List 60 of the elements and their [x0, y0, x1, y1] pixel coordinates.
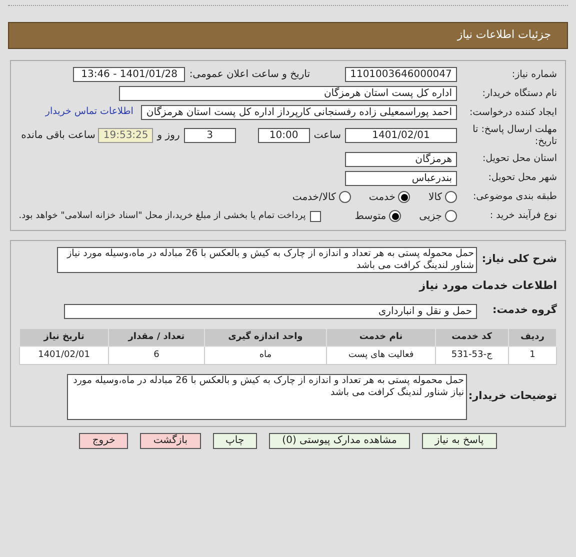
checkbox[interactable]: [310, 210, 321, 222]
text-field[interactable]: احمد پوراسمعیلی زاده رفسنجانی کارپرداز اداره کل پست استان هرمزگان: [141, 105, 457, 120]
field-label: نام دستگاه خریدار:: [481, 88, 557, 100]
checkbox-label: پرداخت تمام یا بخشی از مبلغ خرید،از محل "اسناد خزانه اسلامی" خواهد بود.: [18, 210, 306, 222]
column-header: نام خدمت: [326, 328, 436, 346]
action-button[interactable]: مشاهده مدارک پیوستی (0): [269, 433, 410, 449]
table-cell: 1: [508, 346, 556, 364]
text-field[interactable]: اداره کل پست استان هرمزگان: [119, 86, 457, 101]
field-label: طبقه بندی موضوعی:: [472, 191, 557, 204]
column-header: کد خدمت: [435, 328, 508, 346]
action-button[interactable]: خروج: [79, 433, 128, 449]
column-header: واحد اندازه گیری: [204, 328, 327, 346]
table-cell: فعالیت های پست: [326, 346, 436, 364]
text-field[interactable]: هرمزگان: [345, 152, 457, 167]
notes-field[interactable]: حمل محموله پستی به هر تعداد و اندازه از چارک به کیش و بالعکس با 26 مبادله در ماه،وسیله مورد نیاز شناور لندینگ کرافت می باشد: [67, 374, 467, 420]
radio-label: کالا: [428, 190, 442, 205]
field-label: توضیحات خریدار:: [467, 389, 557, 404]
radio-label: کالا/خدمت: [292, 190, 336, 205]
text-field[interactable]: بندرعباس: [345, 170, 457, 186]
field-label: شهر محل تحویل:: [487, 172, 557, 184]
text-field[interactable]: 10:00: [258, 128, 310, 144]
description-field[interactable]: حمل محموله پستی به هر تعداد و اندازه از چارک به کیش و بالعکس با 26 مبادله در ماه،وسیله مورد نیاز شناور لندینگ کرافت می باشد: [57, 246, 477, 273]
field-label: شماره نیاز:: [510, 68, 557, 80]
text-field[interactable]: 1401/01/28 - 13:46: [73, 67, 186, 82]
column-header: تاریخ نیاز: [20, 328, 109, 346]
action-button[interactable]: چاپ: [212, 433, 258, 449]
text-field[interactable]: 1101003646000047: [345, 67, 457, 82]
remaining-time: 19:53:25: [98, 128, 154, 144]
field-label: استان محل تحویل:: [481, 153, 557, 166]
radio-button[interactable]: [445, 210, 457, 222]
field-label: ساعت: [314, 129, 341, 144]
text-field[interactable]: 3: [184, 128, 236, 144]
radio-button[interactable]: [389, 210, 402, 222]
field-label: شرح کلی نیاز:: [480, 252, 557, 267]
column-header: ردیف: [508, 328, 556, 346]
radio-button[interactable]: [445, 191, 457, 204]
table-cell: 6: [108, 346, 204, 364]
radio-label: جزیی: [419, 210, 442, 224]
text-field[interactable]: 1401/02/01: [345, 128, 457, 144]
field-label: گروه خدمت:: [492, 303, 557, 318]
radio-button[interactable]: [398, 191, 410, 204]
buyer-contact-link[interactable]: اطلاعات تماس خریدار: [45, 105, 134, 120]
table-cell: ج-53-531: [435, 346, 508, 364]
radio-label: متوسط: [354, 210, 386, 224]
field-label: تاریخ و ساعت اعلان عمومی:: [189, 68, 310, 82]
field-label: ساعت باقی مانده: [21, 129, 96, 144]
column-header: تعداد / مقدار: [108, 328, 204, 346]
page-title: جزئیات اطلاعات نیاز: [457, 27, 551, 44]
action-button[interactable]: بازگشت: [140, 433, 200, 449]
section-title: اطلاعات خدمات مورد نیاز: [418, 278, 557, 294]
radio-label: خدمت: [368, 190, 396, 205]
table-cell: 1401/02/01: [20, 346, 109, 364]
field-label: روز و: [157, 129, 180, 144]
field-label: نوع فرآیند خرید :: [488, 210, 557, 222]
table-cell: ماه: [204, 346, 327, 364]
field-label: مهلت ارسال پاسخ: تا تاریخ:: [472, 124, 557, 148]
action-button[interactable]: پاسخ به نیاز: [422, 433, 497, 449]
text-field[interactable]: حمل و نقل و انبارداری: [64, 304, 477, 319]
field-label: ایجاد کننده درخواست:: [468, 106, 557, 118]
radio-button[interactable]: [338, 191, 351, 204]
